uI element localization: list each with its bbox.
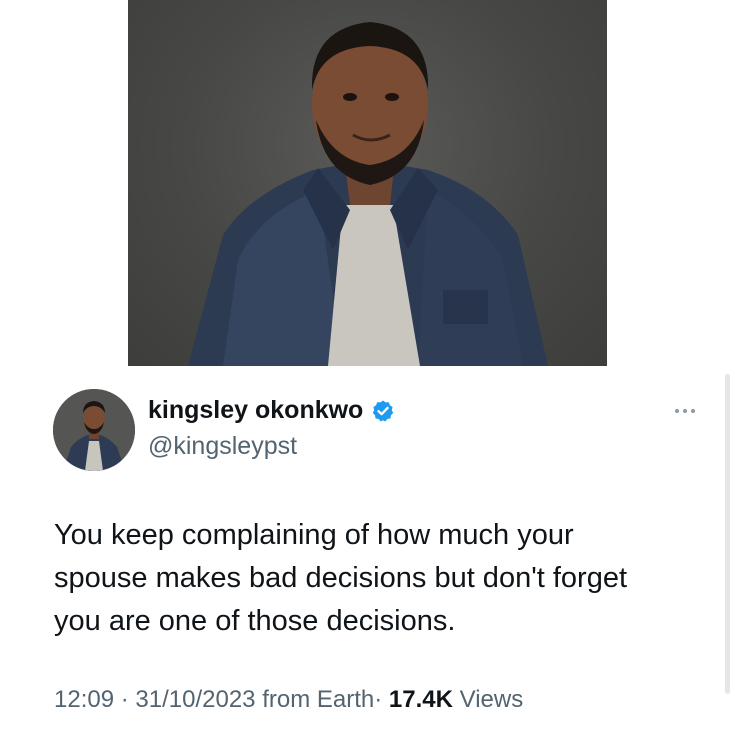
meta-separator: ·: [120, 686, 129, 713]
tweet-text-line: you are one of those decisions.: [54, 605, 456, 637]
author-name-text[interactable]: kingsley okonkwo: [148, 396, 363, 425]
author-handle[interactable]: @kingsleypst: [148, 432, 297, 461]
meta-separator: ·: [374, 686, 383, 713]
tweet-source: from Earth: [262, 686, 375, 713]
more-dot: [691, 409, 695, 413]
more-options-icon[interactable]: [670, 404, 700, 418]
tweet-time[interactable]: 12:09: [54, 686, 114, 713]
verified-badge-icon: [371, 399, 395, 423]
views-label[interactable]: Views: [460, 686, 524, 713]
more-dot: [675, 409, 679, 413]
author-display-name[interactable]: kingsley okonkwo: [148, 396, 395, 425]
avatar[interactable]: [53, 389, 135, 471]
tweet-meta: 12:09 · 31/10/2023 from Earth· 17.4K Vie…: [54, 686, 523, 714]
tweet-text-line: spouse makes bad decisions but don't for…: [54, 562, 628, 594]
tweet-date[interactable]: 31/10/2023: [135, 686, 255, 713]
scrollbar[interactable]: [725, 374, 730, 694]
tweet-photo[interactable]: [128, 0, 607, 366]
tweet-text-line: You keep complaining of how much your: [54, 519, 574, 551]
more-dot: [683, 409, 687, 413]
tweet-text: You keep complaining of how much your sp…: [54, 514, 714, 643]
views-count[interactable]: 17.4K: [389, 686, 453, 713]
